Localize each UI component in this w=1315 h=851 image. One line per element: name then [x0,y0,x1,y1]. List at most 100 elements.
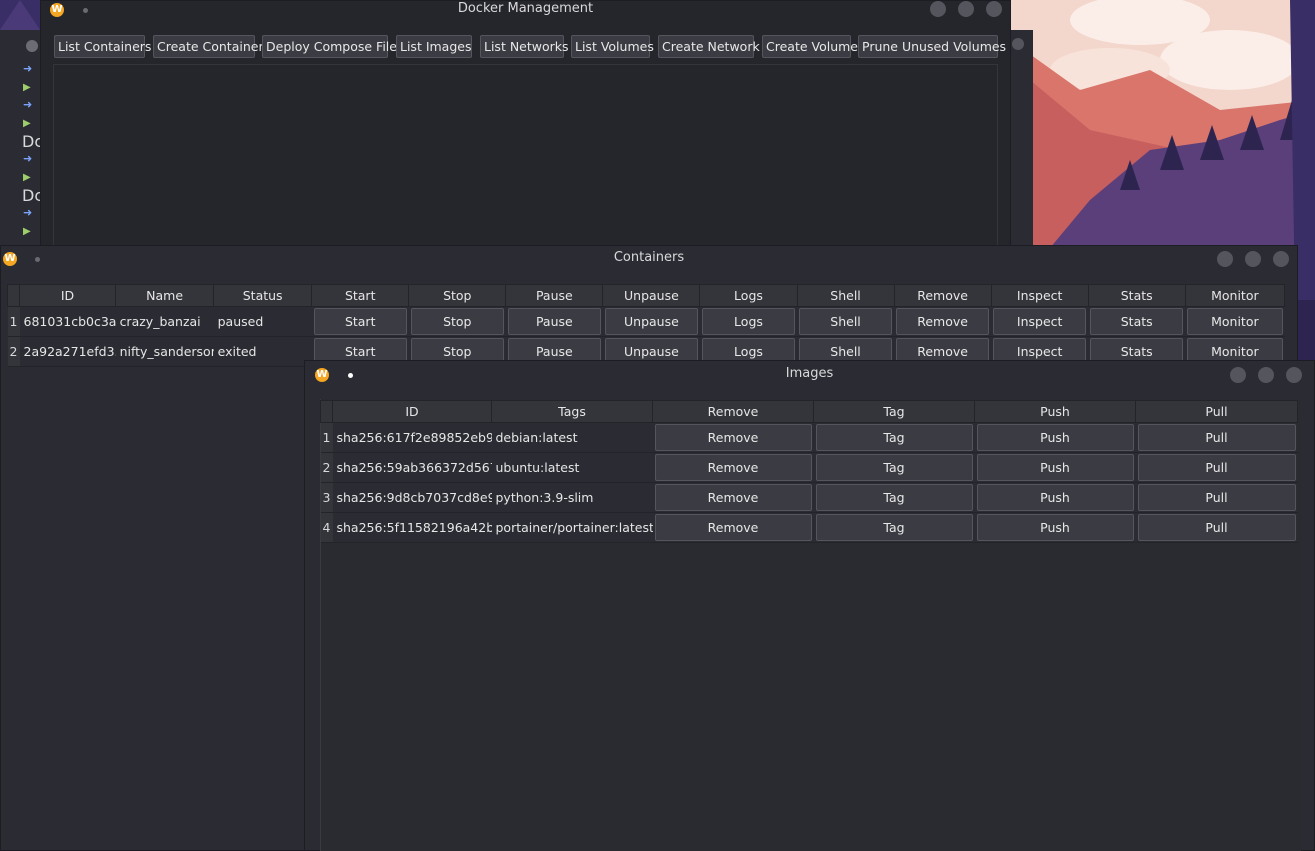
close-icon[interactable] [1286,367,1302,383]
container-status[interactable]: paused [213,306,312,337]
table-row[interactable]: 4 sha256:5f11582196a42b8... portainer/po… [320,512,1298,543]
row-number[interactable]: 2 [320,452,333,483]
remove-button[interactable]: Remove [654,484,812,511]
logs-button[interactable]: Logs [701,308,795,335]
create-container-button[interactable]: Create Container [153,35,264,58]
window-control-icon[interactable] [1012,38,1024,50]
table-row[interactable]: 2 sha256:59ab366372d567... ubuntu:latest… [320,452,1298,483]
tag-button[interactable]: Tag [815,484,973,511]
row-number[interactable]: 1 [320,422,333,453]
column-header-name[interactable]: Name [115,284,215,307]
push-button[interactable]: Push [976,514,1134,541]
row-number[interactable]: 4 [320,512,333,543]
container-id[interactable]: 2a92a271efd3... [19,336,116,367]
deploy-compose-file-button[interactable]: Deploy Compose File [262,35,397,58]
tag-button[interactable]: Tag [815,514,973,541]
container-id[interactable]: 681031cb0c3a... [19,306,116,337]
stats-button[interactable]: Stats [1090,308,1184,335]
image-id[interactable]: sha256:5f11582196a42b8... [332,512,492,543]
column-header-pause[interactable]: Pause [505,284,604,307]
images-table: ID Tags Remove Tag Push Pull 1 sha256:61… [320,400,1298,543]
column-header-push[interactable]: Push [974,400,1136,423]
remove-button[interactable]: Remove [896,308,990,335]
column-header-start[interactable]: Start [311,284,410,307]
monitor-button[interactable]: Monitor [1187,308,1283,335]
pull-button[interactable]: Pull [1137,424,1296,451]
images-window: W Images ID Tags Remove Tag Push Pull 1 [304,360,1315,851]
containers-window-titlebar[interactable]: W Containers [1,246,1297,270]
column-header-remove[interactable]: Remove [652,400,814,423]
create-network-button[interactable]: Create Network [658,35,760,58]
push-button[interactable]: Push [976,424,1134,451]
images-window-titlebar[interactable]: W Images [305,361,1314,385]
create-volume-button[interactable]: Create Volume [762,35,858,58]
column-header-monitor[interactable]: Monitor [1184,284,1286,307]
corner-cell[interactable] [320,400,333,423]
prune-unused-volumes-button[interactable]: Prune Unused Volumes [858,35,1006,58]
pull-button[interactable]: Pull [1137,514,1296,541]
close-icon[interactable] [986,1,1002,17]
remove-button[interactable]: Remove [654,514,812,541]
column-header-id[interactable]: ID [18,284,117,307]
pull-button[interactable]: Pull [1137,454,1296,481]
table-header-row: ID Name Status Start Stop Pause Unpause … [7,284,1286,307]
table-row[interactable]: 1 sha256:617f2e89852eb97... debian:lates… [320,422,1298,453]
table-row[interactable]: 1 681031cb0c3a... crazy_banzai paused St… [7,306,1285,337]
tag-button[interactable]: Tag [815,424,973,451]
column-header-tags[interactable]: Tags [491,400,653,423]
image-tags[interactable]: debian:latest [491,422,653,453]
pause-button[interactable]: Pause [507,308,601,335]
column-header-id[interactable]: ID [332,400,492,423]
column-header-inspect[interactable]: Inspect [990,284,1089,307]
close-icon[interactable] [1273,251,1289,267]
list-volumes-button[interactable]: List Volumes [571,35,654,58]
column-header-shell[interactable]: Shell [796,284,895,307]
play-icon: ▶ [23,172,31,183]
list-images-button[interactable]: List Images [396,35,472,58]
maximize-icon[interactable] [1245,251,1261,267]
column-header-pull[interactable]: Pull [1135,400,1298,423]
column-header-unpause[interactable]: Unpause [602,284,701,307]
list-networks-button[interactable]: List Networks [480,35,569,58]
minimize-icon[interactable] [1217,251,1233,267]
column-header-status[interactable]: Status [213,284,313,307]
minimize-icon[interactable] [1230,367,1246,383]
container-name[interactable]: nifty_sanderson [115,336,214,367]
inspect-button[interactable]: Inspect [993,308,1087,335]
tag-button[interactable]: Tag [815,454,973,481]
pull-button[interactable]: Pull [1137,484,1296,511]
arrow-right-icon: ➜ [23,98,33,111]
shell-button[interactable]: Shell [799,308,893,335]
table-row[interactable]: 3 sha256:9d8cb7037cd8e9... python:3.9-sl… [320,482,1298,513]
push-button[interactable]: Push [976,484,1134,511]
remove-button[interactable]: Remove [654,424,812,451]
unpause-button[interactable]: Unpause [604,308,698,335]
output-area[interactable] [53,64,998,254]
column-header-stop[interactable]: Stop [408,284,507,307]
column-header-logs[interactable]: Logs [699,284,798,307]
image-id[interactable]: sha256:617f2e89852eb97... [332,422,492,453]
stop-button[interactable]: Stop [410,308,504,335]
maximize-icon[interactable] [958,1,974,17]
column-header-stats[interactable]: Stats [1087,284,1186,307]
image-tags[interactable]: python:3.9-slim [491,482,653,513]
row-number[interactable]: 3 [320,482,333,513]
list-containers-button[interactable]: List Containers [54,35,151,58]
column-header-tag[interactable]: Tag [813,400,975,423]
row-number[interactable]: 2 [7,336,20,367]
remove-button[interactable]: Remove [654,454,812,481]
image-id[interactable]: sha256:59ab366372d567... [332,452,492,483]
column-header-remove[interactable]: Remove [893,284,992,307]
start-button[interactable]: Start [313,308,407,335]
push-button[interactable]: Push [976,454,1134,481]
image-tags[interactable]: portainer/portainer:latest [491,512,653,543]
maximize-icon[interactable] [1258,367,1274,383]
container-name[interactable]: crazy_banzai [115,306,214,337]
container-status[interactable]: exited [213,336,312,367]
minimize-icon[interactable] [930,1,946,17]
image-tags[interactable]: ubuntu:latest [491,452,653,483]
row-number[interactable]: 1 [7,306,20,337]
image-id[interactable]: sha256:9d8cb7037cd8e9... [332,482,492,513]
corner-cell[interactable] [7,284,20,307]
docker-window-titlebar[interactable]: W Docker Management [41,1,1010,25]
